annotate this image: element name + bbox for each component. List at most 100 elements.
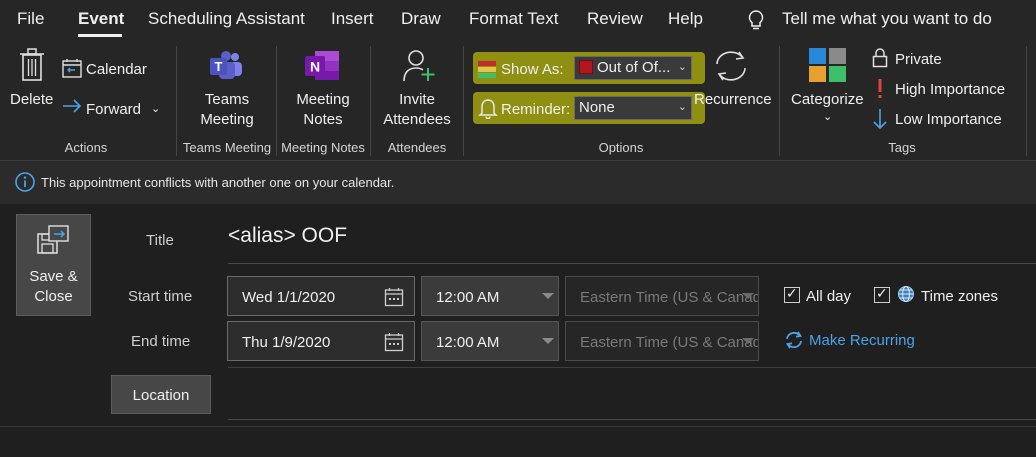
tab-help[interactable]: Help: [668, 9, 703, 29]
chevron-down-icon[interactable]: [742, 293, 754, 299]
body-divider: [0, 426, 1036, 427]
tab-draw[interactable]: Draw: [401, 9, 441, 29]
start-time-value: 12:00 AM: [436, 289, 500, 306]
calendar-icon: [62, 59, 82, 78]
check-icon: ✓: [876, 285, 888, 301]
teams-line1: Teams: [204, 91, 250, 108]
ribbon: Delete Calendar Forward ⌄ Actions T Team…: [0, 42, 1036, 160]
notes-line2: Notes: [303, 111, 343, 128]
reminder-value: None: [579, 99, 615, 116]
check-icon: ✓: [786, 285, 798, 301]
make-recurring-link[interactable]: Make Recurring: [809, 332, 915, 349]
group-label-meeting-notes: Meeting Notes: [281, 140, 365, 155]
end-time-combo[interactable]: 12:00 AM: [421, 321, 559, 361]
show-as-label: Show As:: [501, 61, 564, 78]
calendar-icon[interactable]: [384, 332, 404, 352]
exclamation-icon: [878, 79, 882, 98]
svg-text:N: N: [310, 59, 320, 75]
show-as-icon: [478, 61, 496, 78]
recurrence-label: Recurrence: [694, 91, 772, 108]
title-label: Title: [146, 232, 174, 249]
title-underline: [228, 263, 1036, 264]
chevron-down-icon: ⌄: [677, 61, 687, 73]
reminder-dropdown[interactable]: None ⌄: [574, 96, 692, 120]
title-input[interactable]: <alias> OOF: [228, 224, 347, 248]
ribbon-divider: [1026, 46, 1027, 156]
start-time-label: Start time: [128, 288, 193, 305]
high-importance-label: High Importance: [895, 81, 1006, 98]
start-date-picker[interactable]: Wed 1/1/2020: [227, 276, 415, 316]
menu-bar: File Event Scheduling Assistant Insert D…: [0, 0, 1036, 42]
forward-label: Forward: [86, 101, 142, 118]
tab-scheduling-assistant[interactable]: Scheduling Assistant: [148, 9, 305, 29]
all-day-checkbox[interactable]: ✓: [784, 285, 800, 303]
start-timezone-select[interactable]: Eastern Time (US & Canada): [565, 276, 759, 316]
chevron-down-icon[interactable]: [742, 338, 754, 344]
info-icon: [15, 172, 35, 192]
categorize-label: Categorize: [791, 91, 864, 108]
out-of-office-swatch-icon: [579, 60, 593, 74]
save-label-line2: Close: [34, 288, 73, 305]
location-button[interactable]: Location: [111, 375, 211, 414]
onenote-icon: N: [305, 51, 339, 80]
lightbulb-icon[interactable]: [746, 9, 766, 31]
notes-line1: Meeting: [296, 91, 350, 108]
calendar-label: Calendar: [86, 61, 147, 78]
bell-icon: [478, 99, 498, 119]
globe-icon: [898, 286, 914, 302]
show-as-value: Out of Of...: [597, 59, 671, 76]
ribbon-divider: [276, 46, 277, 156]
save-close-label: Save & Close: [17, 267, 90, 307]
tab-review[interactable]: Review: [587, 9, 643, 29]
categorize-icon: [809, 48, 846, 82]
group-label-teams: Teams Meeting: [182, 140, 272, 155]
start-time-combo[interactable]: 12:00 AM: [421, 276, 559, 316]
group-label-options: Options: [598, 140, 644, 155]
conflict-message: This appointment conflicts with another …: [41, 175, 395, 190]
calendar-icon[interactable]: [384, 287, 404, 307]
active-tab-indicator: [78, 34, 122, 37]
trash-icon: [20, 48, 44, 81]
tell-me-search[interactable]: Tell me what you want to do: [782, 9, 992, 29]
down-arrow-icon: [873, 109, 887, 130]
ribbon-divider: [370, 46, 371, 156]
lock-icon: [872, 48, 888, 68]
forward-arrow-icon: [63, 99, 82, 113]
reminder-label: Reminder:: [501, 101, 571, 118]
tab-insert[interactable]: Insert: [331, 9, 374, 29]
end-time-value: 12:00 AM: [436, 334, 500, 351]
chevron-down-icon[interactable]: [542, 293, 554, 299]
chevron-down-icon: ⌄: [823, 111, 833, 123]
end-timezone-select[interactable]: Eastern Time (US & Canada): [565, 321, 759, 361]
low-importance-label: Low Importance: [895, 111, 1002, 128]
field-divider: [228, 367, 1036, 368]
time-zones-checkbox[interactable]: ✓: [874, 285, 890, 303]
info-bar: This appointment conflicts with another …: [0, 160, 1036, 204]
add-person-icon: [403, 50, 435, 82]
save-icon: [37, 225, 69, 254]
start-timezone-value: Eastern Time (US & Canada): [580, 289, 759, 306]
chevron-down-icon[interactable]: ⌄: [151, 102, 160, 115]
save-close-button[interactable]: Save & Close: [16, 214, 91, 316]
teams-icon: T: [210, 51, 242, 79]
tab-file[interactable]: File: [17, 9, 44, 29]
teams-line2: Meeting: [200, 111, 254, 128]
end-date-value: Thu 1/9/2020: [242, 334, 331, 351]
tab-format-text[interactable]: Format Text: [469, 9, 558, 29]
start-date-value: Wed 1/1/2020: [242, 289, 336, 306]
end-date-picker[interactable]: Thu 1/9/2020: [227, 321, 415, 361]
time-zones-label: Time zones: [921, 288, 998, 305]
group-label-attendees: Attendees: [387, 140, 447, 155]
svg-text:T: T: [215, 59, 223, 74]
group-label-actions: Actions: [64, 140, 108, 155]
location-input[interactable]: [228, 419, 1036, 420]
invite-line1: Invite: [399, 91, 435, 108]
show-as-dropdown[interactable]: Out of Of... ⌄: [574, 56, 692, 80]
recurrence-icon[interactable]: [784, 330, 804, 350]
private-label: Private: [895, 51, 942, 68]
all-day-label: All day: [806, 288, 852, 305]
chevron-down-icon[interactable]: [542, 338, 554, 344]
chevron-down-icon: ⌄: [677, 101, 687, 113]
end-time-label: End time: [131, 333, 191, 350]
tab-event[interactable]: Event: [78, 9, 124, 29]
